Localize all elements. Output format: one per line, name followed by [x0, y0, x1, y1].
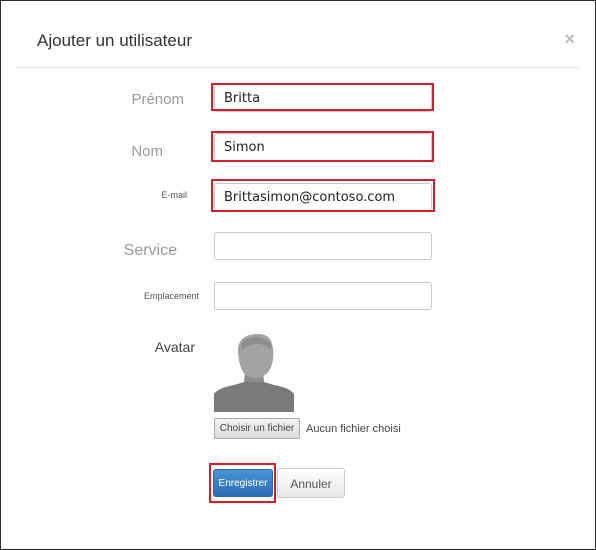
- dialog-title: Ajouter un utilisateur: [37, 31, 192, 50]
- last-name-label: Nom: [131, 143, 163, 160]
- avatar-label: Avatar: [154, 339, 195, 355]
- add-user-dialog: Ajouter un utilisateur × Prénom Nom E-ma…: [0, 0, 596, 550]
- email-label: E-mail: [161, 190, 187, 200]
- first-name-label: Prénom: [131, 91, 184, 108]
- avatar-placeholder-icon: [214, 332, 294, 412]
- dialog-header: Ajouter un utilisateur ×: [17, 15, 579, 68]
- choose-file-button[interactable]: Choisir un fichier: [214, 418, 300, 439]
- file-status-text: Aucun fichier choisi: [306, 423, 401, 435]
- close-icon[interactable]: ×: [564, 29, 575, 50]
- department-label: Service: [123, 242, 177, 259]
- department-field[interactable]: [214, 232, 432, 260]
- cancel-button[interactable]: Annuler: [277, 468, 345, 498]
- save-button-highlight: [209, 463, 276, 503]
- location-field[interactable]: [214, 282, 432, 310]
- email-highlight: [211, 179, 435, 212]
- first-name-highlight: [211, 83, 434, 111]
- location-label: Emplacement: [143, 291, 199, 301]
- last-name-highlight: [211, 131, 434, 162]
